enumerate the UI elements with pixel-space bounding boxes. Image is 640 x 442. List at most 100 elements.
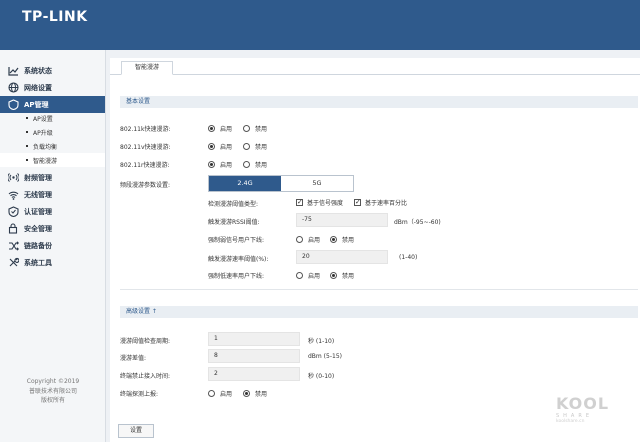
checkbox-checked-icon: ✓ (354, 198, 361, 206)
top-bar: TP-LINK (0, 0, 640, 50)
radio-checked-icon (330, 236, 337, 243)
roam-diff-input[interactable]: 8 (208, 349, 300, 363)
globe-icon (7, 82, 19, 94)
radio-unchecked-icon (243, 143, 250, 150)
chart-line-icon (7, 65, 19, 77)
11v-disable-radio[interactable]: 禁用 (243, 142, 267, 151)
11r-label: 802.11r快速漫游: (120, 162, 170, 169)
tools-icon (7, 257, 19, 269)
tab-divider (110, 74, 640, 75)
check-period-input[interactable]: 1 (208, 332, 300, 346)
radio-label: 禁用 (255, 144, 268, 151)
band-5g-button[interactable]: 5G (281, 176, 353, 191)
sidebar-subitem-smart-roaming[interactable]: 智能漫游 (0, 153, 105, 167)
copyright-line: Copyright ©2019 (26, 378, 80, 385)
band-2g-button[interactable]: 2.4G (209, 176, 281, 191)
11r-disable-radio[interactable]: 禁用 (243, 160, 267, 169)
sidebar-subitem-label: AP升级 (33, 129, 53, 137)
watermark-text: KOOL (556, 394, 610, 413)
rssi-threshold-label: 触发漫游RSSI阈值: (208, 219, 260, 226)
radio-label: 禁用 (255, 126, 268, 133)
section-advanced-settings[interactable]: 高级设置 ↑ (120, 306, 638, 318)
sidebar-item-label: 认证管理 (24, 207, 52, 216)
save-button[interactable]: 设置 (118, 424, 154, 438)
radio-unchecked-icon (208, 390, 215, 397)
bullet-icon (26, 131, 28, 133)
sidebar-item-wireless[interactable]: 无线管理 (0, 186, 105, 203)
radio-label: 启用 (220, 144, 233, 151)
radio-label: 禁用 (342, 237, 355, 244)
radio-label: 禁用 (255, 162, 268, 169)
watermark-site: koolshare.cn (556, 419, 585, 424)
roam-diff-label: 漫游差值: (120, 355, 147, 362)
rate-unit: (1-40) (399, 254, 418, 261)
radio-checked-icon (208, 143, 215, 150)
radio-checked-icon (243, 390, 250, 397)
radio-unchecked-icon (296, 272, 303, 279)
bullet-icon (26, 145, 28, 147)
sidebar-item-network[interactable]: 网络设置 (0, 79, 105, 96)
sidebar-item-radio[interactable]: 射频管理 (0, 169, 105, 186)
band-selector: 2.4G 5G (208, 175, 354, 192)
low-rate-enable-radio[interactable]: 启用 (296, 271, 320, 280)
probe-report-enable-radio[interactable]: 启用 (208, 389, 232, 398)
probe-report-label: 终端探测上报: (120, 391, 159, 398)
rssi-threshold-input[interactable]: -75 (296, 213, 388, 227)
detect-type-label: 检测漫游阈值类型: (208, 201, 259, 208)
tab-smart-roaming[interactable]: 智能漫游 (121, 61, 173, 75)
tp-link-logo: TP-LINK (22, 9, 88, 25)
weak-signal-label: 强制弱信号用户下线: (208, 237, 265, 244)
sidebar-item-security[interactable]: 安全管理 (0, 220, 105, 237)
sidebar-item-auth[interactable]: 认证管理 (0, 203, 105, 220)
wifi-signal-icon (7, 172, 19, 184)
weak-signal-disable-radio[interactable]: 禁用 (330, 235, 354, 244)
11v-enable-radio[interactable]: 启用 (208, 142, 232, 151)
main-panel: 智能漫游 基本设置 802.11k快速漫游: 启用 禁用 802.11v快速漫游… (110, 58, 640, 442)
ban-time-input[interactable]: 2 (208, 367, 300, 381)
checkbox-label: 基于信号强度 (307, 200, 344, 207)
bullet-icon (26, 159, 28, 161)
copyright-line: 普联技术有限公司 (28, 387, 77, 395)
probe-report-disable-radio[interactable]: 禁用 (243, 389, 267, 398)
sidebar-subitem-label: AP设置 (33, 115, 53, 123)
rssi-unit: dBm（-95~-60) (394, 219, 441, 226)
signal-strength-checkbox[interactable]: ✓ 基于信号强度 (296, 198, 343, 207)
weak-signal-enable-radio[interactable]: 启用 (296, 235, 320, 244)
ban-time-label: 终端禁止接入时间: (120, 373, 171, 380)
checkbox-checked-icon: ✓ (296, 198, 303, 206)
rate-percent-checkbox[interactable]: ✓ 基于速率百分比 (354, 198, 407, 207)
sidebar-item-status[interactable]: 系统状态 (0, 62, 105, 79)
sidebar-subitem-load-balance[interactable]: 负载均衡 (0, 139, 105, 153)
sidebar-item-label: 无线管理 (24, 190, 52, 199)
copyright-line: 版权所有 (40, 397, 65, 404)
11r-enable-radio[interactable]: 启用 (208, 160, 232, 169)
sidebar-item-label: AP管理 (24, 100, 49, 109)
rate-threshold-label: 触发漫游速率阈值(%): (208, 256, 269, 263)
wifi-icon (7, 189, 19, 201)
sidebar-item-link-backup[interactable]: 链路备份 (0, 237, 105, 254)
radio-label: 启用 (308, 273, 321, 280)
checkbox-label: 基于速率百分比 (365, 200, 408, 207)
ban-time-unit: 秒 (0-10) (308, 373, 335, 380)
section-basic-settings: 基本设置 (120, 96, 638, 108)
sidebar-item-label: 链路备份 (24, 241, 52, 250)
11k-enable-radio[interactable]: 启用 (208, 124, 232, 133)
sidebar-item-system-tools[interactable]: 系统工具 (0, 254, 105, 271)
radio-unchecked-icon (243, 125, 250, 132)
sidebar-subitem-label: 负载均衡 (33, 143, 58, 151)
shield-icon (7, 99, 19, 111)
shuffle-icon (7, 240, 19, 252)
11v-label: 802.11v快速漫游: (120, 144, 171, 151)
sidebar-item-label: 射频管理 (24, 173, 52, 182)
rate-threshold-input[interactable]: 20 (296, 250, 388, 264)
check-period-label: 漫游阈值检查周期: (120, 338, 171, 345)
sidebar-subitem-ap-settings[interactable]: AP设置 (0, 111, 105, 125)
sidebar-subitem-ap-upgrade[interactable]: AP升级 (0, 125, 105, 139)
section-divider (120, 289, 638, 290)
sidebar-subitem-label: 智能漫游 (33, 157, 58, 165)
11k-label: 802.11k快速漫游: (120, 126, 171, 133)
radio-unchecked-icon (243, 161, 250, 168)
11k-disable-radio[interactable]: 禁用 (243, 124, 267, 133)
low-rate-disable-radio[interactable]: 禁用 (330, 271, 354, 280)
radio-unchecked-icon (296, 236, 303, 243)
